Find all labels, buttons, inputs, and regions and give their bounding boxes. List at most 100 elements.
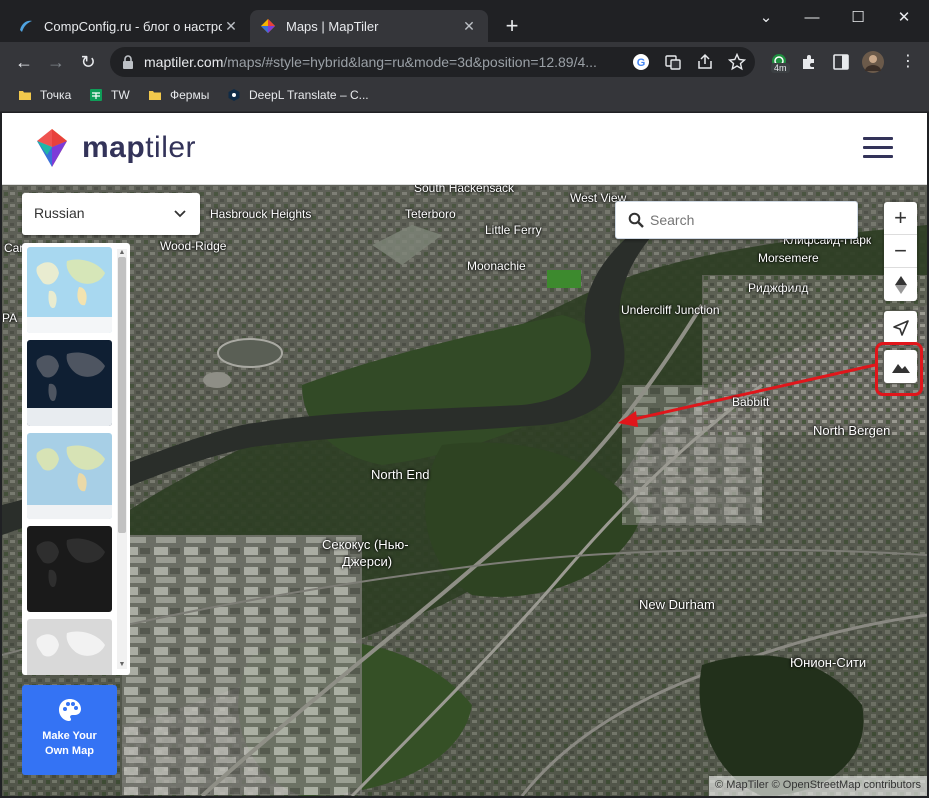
extension-badge: 4m xyxy=(771,63,790,73)
extensions-puzzle-icon[interactable] xyxy=(800,53,818,71)
tab-maptiler[interactable]: Maps | MapTiler ✕ xyxy=(250,10,488,42)
navigation-arrow-icon xyxy=(892,319,909,336)
style-thumbnail-toner[interactable] xyxy=(27,526,112,612)
share-icon[interactable] xyxy=(696,53,714,71)
close-window-button[interactable]: ✕ xyxy=(881,6,927,30)
url-path: /maps/#style=hybrid&lang=ru&mode=3d&posi… xyxy=(223,54,597,70)
hamburger-menu-icon[interactable] xyxy=(863,137,893,159)
new-tab-button[interactable]: + xyxy=(500,14,524,38)
browser-toolbar: ← → ↻ maptiler.com/maps/#style=hybrid&la… xyxy=(0,42,929,82)
map-label: Undercliff Junction xyxy=(621,303,720,317)
style-thumbnail-dark[interactable] xyxy=(27,340,112,426)
world-map-basic-icon xyxy=(27,433,112,519)
scrollbar-thumb[interactable] xyxy=(118,257,126,533)
svg-text:G: G xyxy=(637,57,646,69)
map-label: North End xyxy=(371,467,430,482)
map-canvas[interactable]: South Hackensack West View Hasbrouck Hei… xyxy=(2,185,927,796)
deepl-icon xyxy=(228,89,240,101)
map-search[interactable] xyxy=(615,201,858,239)
map-label: Джерси) xyxy=(342,554,393,569)
url-host: maptiler.com xyxy=(144,54,224,70)
palette-icon xyxy=(58,699,81,721)
url-text: maptiler.com/maps/#style=hybrid&lang=ru&… xyxy=(144,54,624,70)
geolocate-control xyxy=(884,311,917,344)
style-thumbnail-light[interactable] xyxy=(27,619,112,675)
make-your-own-map-button[interactable]: Make Your Own Map xyxy=(22,685,117,775)
map-label: Hasbrouck Heights xyxy=(210,207,312,221)
logo-word-bold: map xyxy=(82,131,146,164)
tab-search-icon[interactable]: ⌄ xyxy=(743,6,789,30)
compass-button[interactable] xyxy=(884,268,917,301)
zoom-out-button[interactable]: − xyxy=(884,235,917,268)
bookmark-item[interactable]: Точка xyxy=(18,88,71,102)
logo-word-light: tiler xyxy=(145,131,197,164)
map-label: Wood-Ridge xyxy=(160,239,227,253)
scroll-down-icon[interactable]: ▼ xyxy=(118,661,126,669)
maptiler-favicon-icon xyxy=(261,19,275,33)
tab-title: CompConfig.ru - блог о настрой xyxy=(44,18,222,34)
world-map-light-icon xyxy=(27,619,112,675)
make-map-line1: Make Your xyxy=(42,730,97,742)
side-panel-icon[interactable] xyxy=(832,53,850,71)
browser-menu-icon[interactable]: ⋮ xyxy=(896,50,920,74)
bookmark-star-icon[interactable] xyxy=(728,53,746,71)
annotation-highlight-box xyxy=(875,342,923,396)
close-tab-icon[interactable]: ✕ xyxy=(222,18,240,35)
world-map-dark-icon xyxy=(27,340,112,426)
forward-button[interactable]: → xyxy=(44,50,68,74)
language-select-value: Russian xyxy=(34,205,85,221)
bookmark-label: Точка xyxy=(40,88,72,102)
site-header: maptiler xyxy=(2,113,927,185)
lock-icon xyxy=(123,55,133,69)
world-map-streets-icon xyxy=(27,247,112,333)
tab-title: Maps | MapTiler xyxy=(286,18,379,34)
web-page: maptiler South Hackensack West View Hasb… xyxy=(2,113,927,796)
style-thumbnail-streets[interactable] xyxy=(27,247,112,333)
maximize-button[interactable]: ☐ xyxy=(835,6,881,30)
bookmark-item[interactable]: TW xyxy=(89,88,130,102)
map-label: Little Ferry xyxy=(485,223,542,237)
browser-window: CompConfig.ru - блог о настрой ✕ Maps | … xyxy=(0,0,929,798)
profile-avatar-icon[interactable] xyxy=(862,51,884,73)
translate-icon[interactable] xyxy=(664,53,682,71)
tab-compconfig[interactable]: CompConfig.ru - блог о настрой ✕ xyxy=(8,10,250,42)
minimize-button[interactable]: — xyxy=(789,6,835,30)
bookmarks-bar: Точка TW Фермы DeepL Translate – C... xyxy=(0,82,929,112)
sheets-icon xyxy=(90,89,102,101)
map-styles-panel: ▲ ▼ xyxy=(22,243,130,675)
compass-icon xyxy=(894,275,907,294)
satellite-terrain xyxy=(2,185,927,796)
map-label: Moonachie xyxy=(467,259,526,273)
map-label: South Hackensack xyxy=(414,185,515,195)
logo-wordmark: maptiler xyxy=(82,131,196,165)
search-input[interactable] xyxy=(650,210,846,230)
back-button[interactable]: ← xyxy=(12,50,36,74)
address-bar[interactable]: maptiler.com/maps/#style=hybrid&lang=ru&… xyxy=(110,47,755,77)
close-tab-icon[interactable]: ✕ xyxy=(460,18,478,35)
map-label: Babbitt xyxy=(732,395,770,409)
language-select[interactable]: Russian xyxy=(22,193,200,235)
map-label: Morsemere xyxy=(758,251,819,265)
reload-button[interactable]: ↻ xyxy=(76,50,100,74)
style-thumbnail-basic[interactable] xyxy=(27,433,112,519)
map-attribution[interactable]: © MapTiler © OpenStreetMap contributors xyxy=(709,776,927,796)
map-label: Риджфилд xyxy=(748,281,809,295)
maptiler-logo[interactable]: maptiler xyxy=(32,127,196,169)
search-icon xyxy=(628,212,644,228)
bookmark-label: DeepL Translate – C... xyxy=(249,88,369,102)
geolocate-button[interactable] xyxy=(884,311,917,344)
scroll-up-icon[interactable]: ▲ xyxy=(118,249,126,257)
bookmark-item[interactable]: DeepL Translate – C... xyxy=(227,88,369,102)
compconfig-favicon-icon xyxy=(20,20,32,32)
bookmark-label: TW xyxy=(111,88,130,102)
map-label: Teterboro xyxy=(405,207,456,221)
bookmark-item[interactable]: Фермы xyxy=(148,88,209,102)
google-icon[interactable]: G xyxy=(632,53,650,71)
map-label: PA xyxy=(2,311,18,325)
world-map-toner-icon xyxy=(27,526,112,612)
folder-icon xyxy=(19,91,31,100)
tab-strip: CompConfig.ru - блог о настрой ✕ Maps | … xyxy=(0,0,929,42)
zoom-in-button[interactable]: + xyxy=(884,202,917,235)
styles-scrollbar[interactable]: ▲ ▼ xyxy=(117,249,127,669)
map-label: Юнион-Сити xyxy=(790,655,867,670)
